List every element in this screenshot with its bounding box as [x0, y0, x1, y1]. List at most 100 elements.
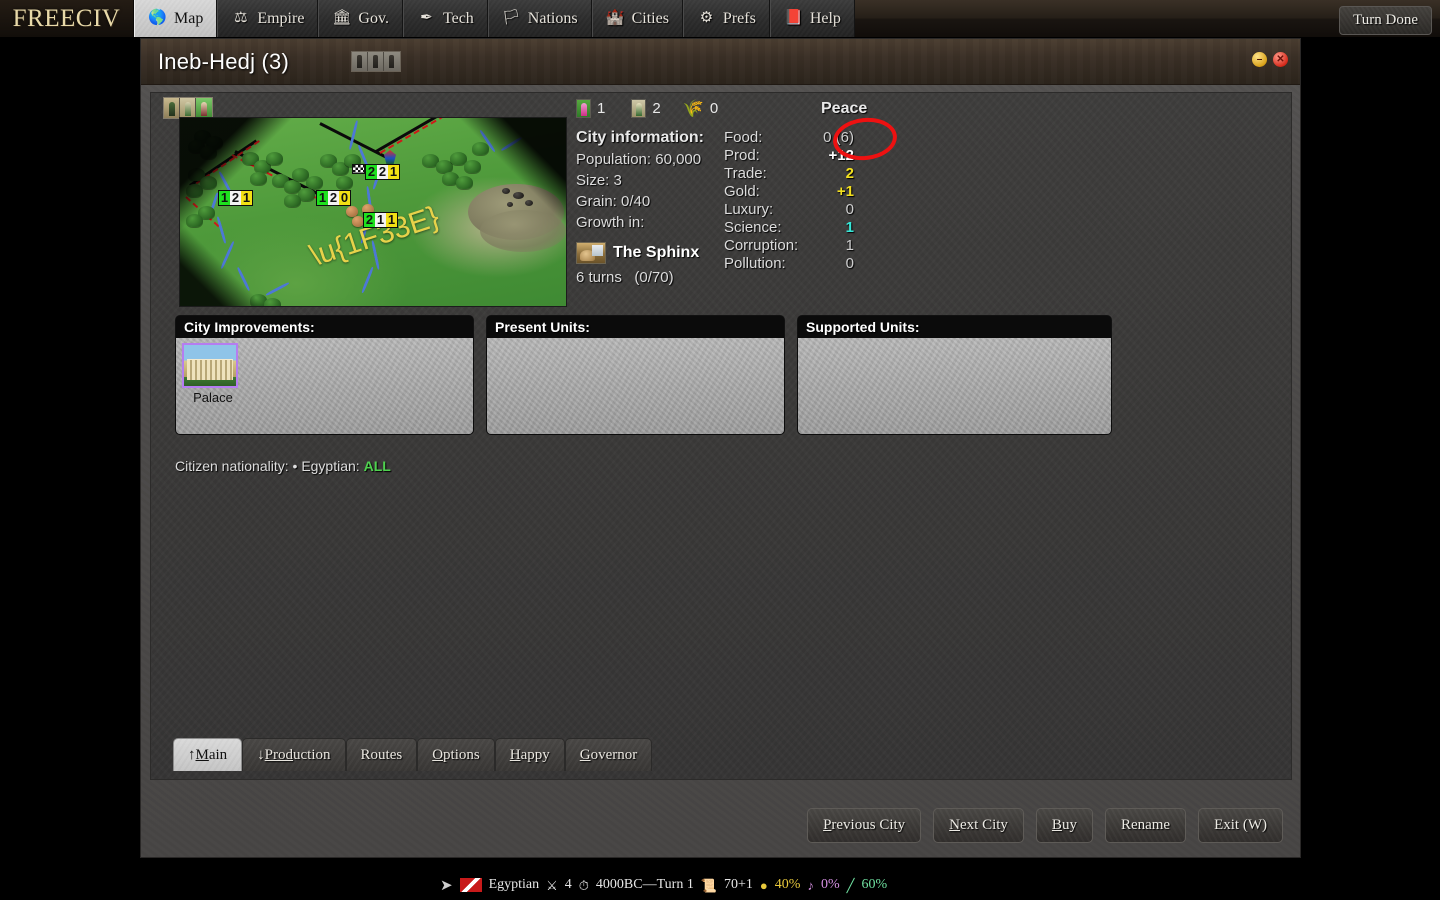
tile-yield-badge[interactable]: 120	[316, 190, 351, 206]
city-dialog-titlebar: Ineb-Hedj (3) – ✕	[141, 39, 1300, 85]
stat-label: Science:	[724, 219, 782, 236]
minimize-icon[interactable]: –	[1252, 52, 1267, 67]
supported-units-list[interactable]	[797, 338, 1112, 435]
citizen-worker-icon[interactable]	[164, 98, 180, 118]
freeciv-app: FREECIV 🌎 Map ⚖ Empire 🏛 Gov. ✒ Tech 🏳 Nations 🏰 Ci…	[0, 0, 1440, 900]
city-lists: City Improvements: Palace Present Units:…	[175, 315, 1112, 435]
tile-shield-value: 2	[377, 164, 388, 179]
main-menu-bar: FREECIV 🌎 Map ⚖ Empire 🏛 Gov. ✒ Tech 🏳 Nations 🏰 Ci…	[0, 0, 1440, 38]
palace-icon	[182, 343, 238, 388]
tab-arrow-icon: ↓	[257, 747, 265, 763]
tile-yield-badge[interactable]: 211	[363, 212, 398, 228]
supported-units-title: Supported Units:	[797, 315, 1112, 338]
citizen-icon	[352, 52, 368, 71]
book-icon: 📕	[783, 10, 803, 26]
luxury-icon: ♪	[807, 877, 814, 893]
unit-icon: ⚔	[546, 877, 558, 893]
tab-label: ptions	[443, 747, 480, 763]
tile-shield-value: 2	[328, 190, 339, 205]
stat-row: Food: 0 (6)	[724, 129, 854, 147]
game-status-bar: ➤ Egyptian ⚔ 4 ⏱ 4000BC—Turn 1 📜 70+1 ● …	[0, 870, 1440, 900]
city-stats-table: Food: 0 (6) Prod: +12 Trade: 2 Gold: +1 Luxury: 0…	[724, 129, 854, 273]
buy-button[interactable]: Buy	[1035, 808, 1093, 843]
menu-item-tech[interactable]: ✒ Tech	[402, 0, 488, 37]
tax-rate: 40%	[774, 877, 801, 892]
clock-icon: ⏱	[578, 877, 589, 893]
menu-item-label: Map	[174, 9, 204, 27]
stat-row: Pollution: 0	[724, 255, 854, 273]
sphinx-icon	[576, 242, 606, 264]
city-information-heading: City information:	[576, 129, 704, 146]
city-improvements-list[interactable]: Palace	[175, 338, 474, 435]
close-icon[interactable]: ✕	[1273, 52, 1288, 67]
menu-item-gov[interactable]: 🏛 Gov.	[318, 0, 403, 37]
luxury-rate: 0%	[820, 877, 840, 892]
production-progress: 6 turns (0/70)	[576, 269, 736, 286]
title-citizen-icons	[351, 51, 401, 72]
tab-mnemonic: Prod	[264, 747, 294, 763]
nation-flag-icon	[459, 878, 482, 892]
exitw-button[interactable]: Exit (W)	[1198, 808, 1283, 843]
menu-item-empire[interactable]: ⚖ Empire	[217, 0, 319, 37]
menu-strip: 🌎 Map ⚖ Empire 🏛 Gov. ✒ Tech 🏳 Nations 🏰 Cities ⚙ Pre…	[134, 0, 855, 37]
tab-main[interactable]: ↑Main	[173, 738, 243, 771]
citizen-strip[interactable]	[163, 97, 213, 119]
city-dialog-window: Ineb-Hedj (3) – ✕ 2 2 1 1 2 1 1 2 0 2 1 …	[140, 38, 1301, 858]
stat-value: +12	[828, 147, 854, 164]
tab-happy[interactable]: Happy	[494, 738, 565, 771]
tile-yield-badge[interactable]: 121	[218, 190, 253, 206]
city-information-panel: City information: Population: 60,000 Siz…	[576, 101, 736, 286]
stat-row: Luxury: 0	[724, 201, 854, 219]
city-map-view[interactable]: \u{1F33E} 221121120211	[179, 117, 567, 307]
production-name: The Sphinx	[613, 244, 700, 261]
button-mnemonic: B	[1051, 817, 1062, 833]
rename-button[interactable]: Rename	[1104, 808, 1187, 843]
app-logo: FREECIV	[0, 0, 134, 37]
production-shields: (0/70)	[634, 269, 674, 286]
menu-item-label: Gov.	[358, 9, 389, 27]
nationality-bullet: •	[292, 458, 298, 474]
tile-yield-badge[interactable]: 221	[365, 164, 400, 180]
tile-food-value: 2	[364, 212, 375, 227]
turn-done-button[interactable]: Turn Done	[1339, 6, 1432, 35]
current-production[interactable]: The Sphinx	[576, 242, 736, 264]
city-growth: Growth in:	[576, 214, 645, 231]
tab-mnemonic: G	[579, 747, 591, 763]
tile-shield-value: 2	[230, 190, 241, 205]
menu-item-help[interactable]: 📕 Help	[769, 0, 855, 37]
citizen-icon	[368, 52, 384, 71]
tab-production[interactable]: ↓Production	[242, 738, 346, 771]
city-improvements-title: City Improvements:	[175, 315, 474, 338]
tab-governor[interactable]: Governor	[564, 738, 653, 771]
menu-item-prefs[interactable]: ⚙ Prefs	[682, 0, 770, 37]
bird-icon: ➤	[440, 877, 453, 894]
stat-value: +1	[836, 183, 854, 200]
nationality-label: Citizen nationality:	[175, 458, 289, 474]
globe-icon: 🌎	[148, 10, 167, 26]
tab-routes[interactable]: Routes	[345, 738, 418, 771]
previouscity-button[interactable]: Previous City	[807, 808, 922, 843]
city-dialog-actions: Previous City Next City Buy Rename Exit (W)	[807, 808, 1283, 843]
present-units-list[interactable]	[486, 338, 785, 435]
stat-label: Gold:	[724, 183, 760, 200]
menu-item-nations[interactable]: 🏳 Nations	[487, 0, 592, 37]
stat-row: Science: 1	[724, 219, 854, 237]
stat-value: 2	[845, 165, 854, 182]
improvement-item[interactable]: Palace	[182, 343, 244, 405]
citizen-worker-icon[interactable]	[196, 98, 212, 118]
nextcity-button[interactable]: Next City	[933, 808, 1024, 843]
button-label: uy	[1061, 817, 1077, 833]
menu-item-map[interactable]: 🌎 Map	[134, 0, 218, 37]
tab-options[interactable]: Options	[417, 738, 495, 771]
citizen-worker-icon[interactable]	[180, 98, 196, 118]
stat-row: Corruption: 1	[724, 237, 854, 255]
nation-name: Egyptian	[488, 877, 540, 892]
menu-item-label: Nations	[527, 9, 578, 27]
menu-item-label: Prefs	[722, 9, 756, 27]
production-turns: 6 turns	[576, 269, 622, 286]
improvement-label: Palace	[193, 390, 233, 405]
menu-item-label: Help	[809, 9, 841, 27]
city-grain: Grain: 0/40	[576, 193, 651, 210]
menu-item-cities[interactable]: 🏰 Cities	[591, 0, 683, 37]
scales-icon: ⚖	[234, 10, 248, 26]
